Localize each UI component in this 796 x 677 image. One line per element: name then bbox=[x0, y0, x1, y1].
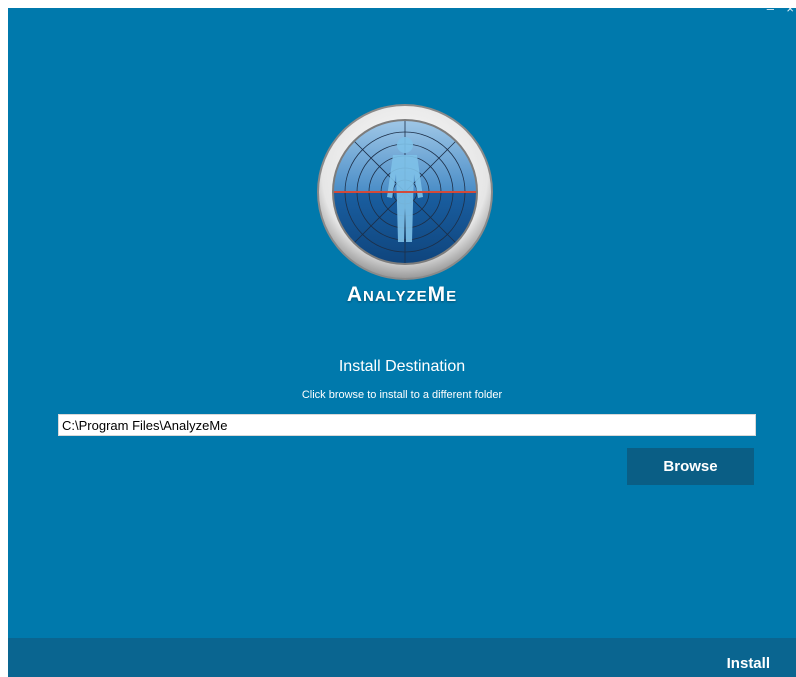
minimize-button[interactable]: – bbox=[767, 8, 774, 16]
close-button[interactable]: × bbox=[786, 8, 794, 16]
install-path-input[interactable] bbox=[58, 414, 756, 436]
brand-wordmark: AnalyzeMe bbox=[346, 283, 458, 306]
install-destination-title: Install Destination bbox=[338, 358, 466, 375]
footer-bar: Install bbox=[8, 638, 796, 677]
radar-human-figure-icon bbox=[317, 104, 493, 280]
installer-window: – × AnalyzeMe Install Destination Click … bbox=[8, 8, 796, 677]
install-button[interactable]: Install bbox=[727, 655, 770, 672]
install-destination-subtitle: Click browse to install to a different f… bbox=[301, 389, 503, 401]
browse-button[interactable]: Browse bbox=[627, 448, 754, 485]
